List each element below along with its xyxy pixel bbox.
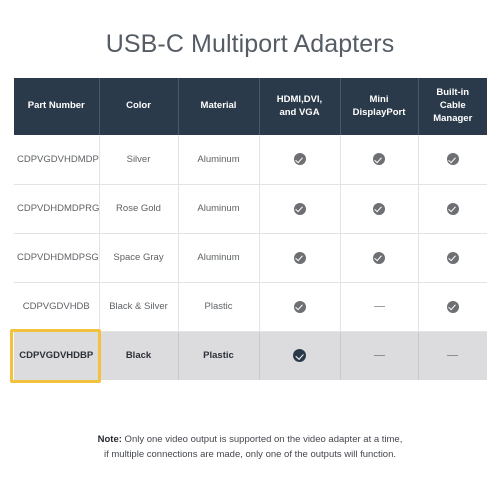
dash-icon	[447, 354, 459, 357]
table-header: Part Number Color Material HDMI,DVI, and VGA…	[14, 78, 487, 135]
check-circle-icon	[446, 300, 459, 313]
dash-icon	[373, 305, 385, 308]
table-body: CDPVGDVHDMDP Silver Aluminum CDPVDHDMDPRG Ro…	[10, 135, 487, 383]
cell-text: Black & Silver	[109, 301, 168, 312]
cell-material: Plastic	[178, 282, 260, 332]
check-circle-icon	[373, 202, 385, 215]
column-header-line: Color	[126, 100, 151, 112]
column-header-line: DisplayPort	[352, 106, 406, 118]
cell-color: Black & Silver	[99, 282, 179, 332]
cell-text: Plastic	[203, 350, 234, 362]
cell-color: Silver	[99, 135, 179, 185]
footer-note: Note: Only one video output is supported…	[0, 432, 500, 463]
footer-note-label: Note:	[97, 434, 122, 445]
column-header-line: Built-in Cable	[436, 87, 470, 112]
cell-built-in-cable-manager	[418, 135, 487, 185]
column-header-2: Material	[178, 78, 260, 135]
cell-part-number: CDPVGDVHDBP	[10, 328, 101, 383]
check-circle-icon	[293, 349, 306, 363]
cell-part-number: CDPVDHDMDPRG	[14, 184, 100, 234]
check-circle-icon	[293, 202, 306, 215]
cell-text: CDPVGDVHDBP	[19, 350, 94, 362]
cell-color: Space Gray	[99, 233, 179, 283]
cell-mini-displayport	[340, 135, 419, 185]
cell-text: CDPVDHDMDPRG	[17, 203, 100, 214]
cell-text: CDPVDHDMDPSG	[17, 252, 99, 263]
spec-table: Part Number Color Material HDMI,DVI, and VGA…	[10, 78, 487, 383]
cell-color: Black	[99, 331, 179, 380]
cell-hdmi-dvi-vga	[259, 331, 341, 380]
check-circle-icon	[293, 153, 306, 166]
cell-hdmi-dvi-vga	[259, 282, 341, 332]
table-row: CDPVGDVHDB Black & Silver Plastic	[14, 282, 487, 332]
check-circle-icon	[293, 251, 306, 264]
cell-hdmi-dvi-vga	[259, 135, 341, 185]
cell-material: Aluminum	[178, 184, 260, 234]
table-row: CDPVDHDMDPRG Rose Gold Aluminum	[14, 184, 487, 234]
check-circle-icon	[293, 300, 306, 313]
column-header-1: Color	[99, 78, 179, 135]
cell-hdmi-dvi-vga	[259, 233, 341, 283]
cell-mini-displayport	[340, 233, 419, 283]
cell-part-number: CDPVGDVHDMDP	[14, 135, 100, 185]
cell-built-in-cable-manager	[418, 331, 487, 380]
cell-part-number: CDPVGDVHDB	[14, 282, 100, 332]
check-circle-icon	[373, 251, 385, 264]
column-header-line: Material	[200, 100, 237, 112]
check-circle-icon	[446, 153, 459, 166]
footer-note-line-2: if multiple connections are made, only o…	[103, 449, 397, 461]
footer-note-line-1: Note: Only one video output is supported…	[0, 432, 500, 447]
cell-text: CDPVGDVHDMDP	[17, 153, 99, 165]
cell-text: Black	[125, 350, 152, 362]
column-header-4: Mini DisplayPort	[340, 78, 419, 135]
column-header-5: Built-in Cable Manager	[418, 78, 487, 135]
cell-part-number: CDPVDHDMDPSG	[14, 233, 100, 283]
check-circle-icon	[373, 153, 385, 166]
column-header-0: Part Number	[14, 78, 100, 135]
cell-mini-displayport	[340, 184, 419, 234]
cell-built-in-cable-manager	[418, 184, 487, 234]
cell-hdmi-dvi-vga	[259, 184, 341, 234]
cell-built-in-cable-manager	[418, 233, 487, 283]
cell-material: Aluminum	[178, 233, 260, 283]
footer-note-text-1: Only one video output is supported on th…	[121, 434, 403, 445]
cell-text: Rose Gold	[116, 203, 161, 214]
cell-color: Rose Gold	[99, 184, 179, 234]
cell-built-in-cable-manager	[418, 282, 487, 332]
column-header-3: HDMI,DVI, and VGA	[259, 78, 341, 135]
table-header-row: Part Number Color Material HDMI,DVI, and VGA…	[14, 78, 487, 135]
adapter-spec-page: USB-C Multiport Adapters Part Number Colo…	[0, 0, 500, 500]
cell-material: Aluminum	[178, 135, 260, 185]
check-circle-icon	[446, 251, 459, 264]
check-circle-icon	[446, 202, 459, 215]
dash-icon	[373, 354, 385, 357]
column-header-line: HDMI,DVI,	[276, 93, 323, 105]
column-header-line: Manager	[433, 112, 473, 124]
table-row: CDPVGDVHDMDP Silver Aluminum	[14, 135, 487, 185]
column-header-line: Part Number	[27, 100, 85, 112]
cell-text: Aluminum	[197, 153, 240, 165]
cell-text: Silver	[126, 153, 151, 165]
cell-text: Plastic	[204, 301, 233, 312]
cell-text: Space Gray	[113, 252, 164, 263]
column-header-line: and VGA	[279, 106, 320, 118]
spec-table-container: Part Number Color Material HDMI,DVI, and VGA…	[10, 78, 487, 383]
cell-mini-displayport	[340, 282, 419, 332]
cell-text: Aluminum	[197, 252, 240, 263]
cell-text: Aluminum	[197, 203, 240, 214]
table-row: CDPVDHDMDPSG Space Gray Aluminum	[14, 233, 487, 283]
cell-mini-displayport	[340, 331, 419, 380]
page-title: USB-C Multiport Adapters	[105, 30, 395, 58]
cell-text: CDPVGDVHDB	[22, 301, 90, 312]
table-row: CDPVGDVHDBP Black Plastic	[10, 328, 487, 383]
cell-material: Plastic	[178, 331, 260, 380]
column-header-line: Mini	[369, 93, 389, 105]
